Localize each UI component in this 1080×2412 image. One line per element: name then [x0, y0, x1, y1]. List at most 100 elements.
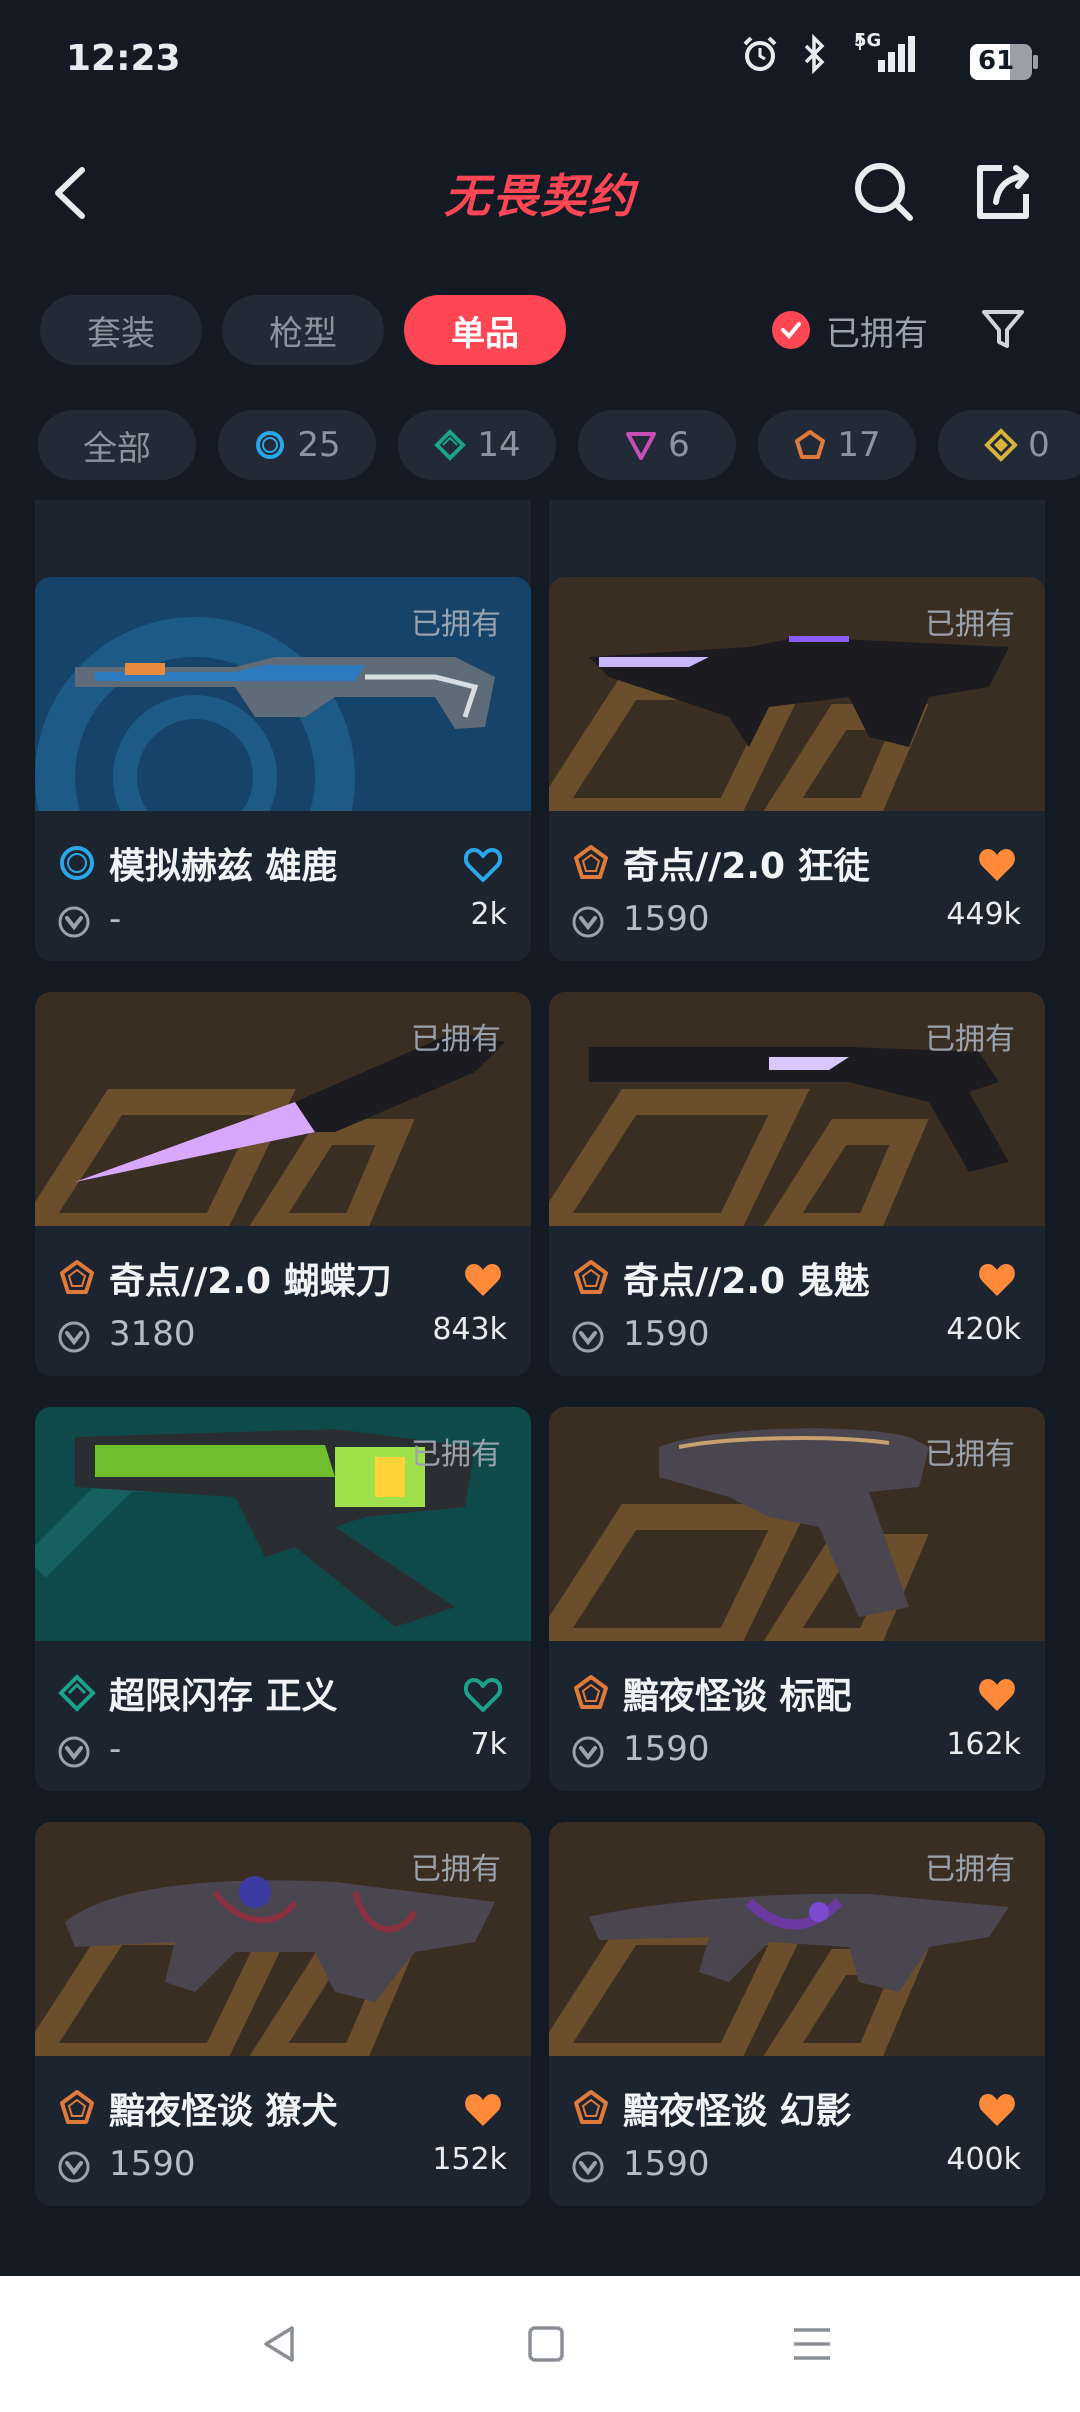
- skin-name: 模拟赫兹 雄鹿: [109, 846, 338, 887]
- status-icons: 5G: [740, 30, 920, 74]
- skin-price: -: [109, 899, 122, 939]
- nav-back-icon[interactable]: [258, 2322, 302, 2366]
- rarity-chip-label: 6: [668, 425, 690, 465]
- skin-card[interactable]: 已拥有 模拟赫兹 雄鹿 - 2k: [35, 577, 531, 961]
- skin-name: 黯夜怪谈 幻影: [623, 2091, 852, 2132]
- skin-card[interactable]: 已拥有 超限闪存 正义 - 7k: [35, 1407, 531, 1791]
- skin-price: 3180: [109, 1314, 196, 1354]
- skin-price: -: [109, 1729, 122, 1769]
- deluxe-edition-icon: [58, 1674, 96, 1712]
- heart-filled-icon[interactable]: [977, 847, 1017, 883]
- vp-currency-icon: [572, 2151, 604, 2183]
- heart-outline-icon[interactable]: [463, 847, 503, 883]
- owned-filter-label: 已拥有: [826, 313, 928, 354]
- heart-outline-icon[interactable]: [463, 1677, 503, 1713]
- exclusive-edition-icon: [60, 2090, 94, 2124]
- heart-filled-icon[interactable]: [977, 1262, 1017, 1298]
- filter-icon[interactable]: [978, 304, 1028, 354]
- category-tabs: 套装 枪型 单品: [40, 295, 566, 365]
- card-info: 奇点//2.0 鬼魅 1590 420k: [549, 1226, 1045, 1376]
- owned-label: 已拥有: [925, 1022, 1015, 1057]
- vp-currency-icon: [572, 1736, 604, 1768]
- skin-price: 1590: [623, 2144, 710, 2184]
- system-nav-bar: [0, 2276, 1080, 2412]
- skin-card[interactable]: 已拥有 黯夜怪谈 獠犬 1590 152k: [35, 1822, 531, 2206]
- exclusive-edition-icon: [574, 845, 608, 879]
- card-info: 超限闪存 正义 - 7k: [35, 1641, 531, 1791]
- skin-card[interactable]: 已拥有 奇点//2.0 鬼魅 1590 420k: [549, 992, 1045, 1376]
- card-info: 黯夜怪谈 标配 1590 162k: [549, 1641, 1045, 1791]
- rarity-chip-all[interactable]: 全部: [38, 410, 196, 480]
- owned-label: 已拥有: [925, 1437, 1015, 1472]
- tab-suit[interactable]: 套装: [40, 295, 202, 365]
- status-bar: 12:23 5G 61: [0, 0, 1080, 120]
- skin-card[interactable]: 已拥有 奇点//2.0 狂徒 1590 449k: [549, 577, 1045, 961]
- battery-level: 61: [978, 46, 1015, 76]
- heart-filled-icon[interactable]: [977, 2092, 1017, 2128]
- card-info: 模拟赫兹 雄鹿 - 2k: [35, 811, 531, 961]
- heart-filled-icon[interactable]: [463, 2092, 503, 2128]
- vp-currency-icon: [572, 1321, 604, 1353]
- nav-home-icon[interactable]: [524, 2322, 568, 2366]
- checkmark-icon: [772, 311, 810, 349]
- owned-label: 已拥有: [411, 607, 501, 642]
- signal-icon: 5G: [850, 30, 920, 74]
- skin-price: 1590: [623, 1314, 710, 1354]
- tab-single-item[interactable]: 单品: [404, 295, 566, 365]
- card-info: 奇点//2.0 蝴蝶刀 3180 843k: [35, 1226, 531, 1376]
- like-count: 400k: [946, 2142, 1021, 2177]
- vp-currency-icon: [58, 2151, 90, 2183]
- nav-menu-icon[interactable]: [790, 2322, 834, 2366]
- owned-label: 已拥有: [411, 1437, 501, 1472]
- share-icon[interactable]: [968, 156, 1038, 226]
- search-icon[interactable]: [848, 156, 918, 226]
- heart-filled-icon[interactable]: [463, 1262, 503, 1298]
- skin-name: 超限闪存 正义: [109, 1676, 338, 1717]
- skin-card[interactable]: 已拥有 奇点//2.0 蝴蝶刀 3180 843k: [35, 992, 531, 1376]
- skin-card[interactable]: 已拥有 黯夜怪谈 幻影 1590 400k: [549, 1822, 1045, 2206]
- alarm-icon: [743, 36, 777, 71]
- premium-edition-icon: [626, 432, 657, 460]
- skin-name: 奇点//2.0 狂徒: [623, 846, 870, 887]
- exclusive-edition-icon: [574, 2090, 608, 2124]
- rarity-chip-label: 0: [1028, 425, 1050, 465]
- rarity-chip-label: 14: [477, 425, 521, 465]
- skin-grid: 已拥有 模拟赫兹 雄鹿 - 2k 已拥有 奇点//2.0 狂徒 1590 449…: [0, 500, 1080, 2276]
- vp-currency-icon: [572, 906, 604, 938]
- rarity-chip-label: 全部: [83, 428, 151, 469]
- vp-currency-icon: [58, 1321, 90, 1353]
- exclusive-edition-icon: [795, 430, 826, 459]
- card-info: 黯夜怪谈 幻影 1590 400k: [549, 2056, 1045, 2206]
- select-edition-icon: [60, 846, 94, 880]
- rarity-chip-select[interactable]: 25: [218, 410, 376, 480]
- card-info: 黯夜怪谈 獠犬 1590 152k: [35, 2056, 531, 2206]
- rarity-chip-ultra[interactable]: 0: [938, 410, 1080, 480]
- exclusive-edition-icon: [574, 1260, 608, 1294]
- skin-name: 奇点//2.0 鬼魅: [623, 1261, 870, 1302]
- like-count: 420k: [946, 1312, 1021, 1347]
- skin-card[interactable]: 已拥有 黯夜怪谈 标配 1590 162k: [549, 1407, 1045, 1791]
- rarity-chip-premium[interactable]: 6: [578, 410, 736, 480]
- vp-currency-icon: [58, 906, 90, 938]
- like-count: 843k: [432, 1312, 507, 1347]
- exclusive-edition-icon: [60, 1260, 94, 1294]
- like-count: 2k: [470, 897, 507, 932]
- skin-price: 1590: [623, 899, 710, 939]
- rarity-chip-deluxe[interactable]: 14: [398, 410, 556, 480]
- owned-filter-toggle[interactable]: 已拥有: [772, 305, 928, 355]
- battery-icon: 61: [970, 44, 1040, 80]
- skin-name: 黯夜怪谈 獠犬: [109, 2091, 338, 2132]
- like-count: 152k: [432, 2142, 507, 2177]
- skin-name: 奇点//2.0 蝴蝶刀: [109, 1261, 392, 1302]
- owned-label: 已拥有: [925, 607, 1015, 642]
- rarity-chip-label: 25: [297, 425, 341, 465]
- page-title: 无畏契约: [444, 169, 636, 223]
- select-edition-icon: [256, 431, 285, 459]
- owned-label: 已拥有: [925, 1852, 1015, 1887]
- heart-filled-icon[interactable]: [977, 1677, 1017, 1713]
- rarity-chip-exclusive[interactable]: 17: [758, 410, 916, 480]
- tab-gun-type[interactable]: 枪型: [222, 295, 384, 365]
- owned-label: 已拥有: [411, 1022, 501, 1057]
- skin-name: 黯夜怪谈 标配: [623, 1676, 852, 1717]
- rarity-chip-label: 17: [837, 425, 881, 465]
